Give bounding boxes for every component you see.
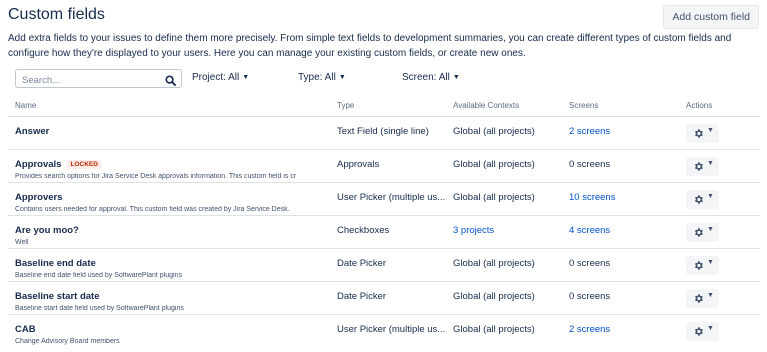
type-filter[interactable]: Type: All ▼ <box>298 72 346 83</box>
chevron-down-icon: ▼ <box>707 193 714 200</box>
field-name[interactable]: Answer <box>15 126 49 137</box>
field-contexts: Global (all projects) <box>453 126 535 137</box>
field-name-cell: Are you moo? Well <box>15 225 330 246</box>
table-row: Baseline start date Baseline start date f… <box>8 281 760 314</box>
field-screens: 0 screens <box>569 159 611 170</box>
field-description: Change Advisory Board members <box>15 338 120 345</box>
actions-cell: ▼ <box>686 289 756 311</box>
project-filter-label: Project: All <box>192 72 240 83</box>
field-description: Contains users needed for approval. This… <box>15 206 290 213</box>
field-screens[interactable]: 2 screens <box>569 324 669 335</box>
column-header-name: Name <box>15 101 37 110</box>
actions-cell: ▼ <box>686 157 756 179</box>
actions-cell: ▼ <box>686 124 756 146</box>
screen-filter[interactable]: Screen: All ▼ <box>402 72 460 83</box>
field-name-cell: Baseline start date Baseline start date f… <box>15 291 330 312</box>
chevron-down-icon: ▼ <box>242 74 250 81</box>
field-description: Well <box>15 239 29 246</box>
column-header-contexts: Available Contexts <box>453 101 520 110</box>
field-name-cell: Approvers Contains users needed for appro… <box>15 192 330 213</box>
field-screens[interactable]: 4 screens <box>569 225 669 236</box>
field-name[interactable]: Baseline start date <box>15 291 99 302</box>
field-type: Text Field (single line) <box>337 126 429 137</box>
gear-icon <box>693 161 704 175</box>
field-type: Checkboxes <box>337 225 390 236</box>
table-row: Approvers Contains users needed for appro… <box>8 182 760 215</box>
field-name-cell: Baseline end date Baseline end date field… <box>15 258 330 279</box>
field-type: Date Picker <box>337 291 387 302</box>
search-box[interactable] <box>15 69 182 91</box>
actions-menu-button[interactable]: ▼ <box>686 223 719 242</box>
actions-cell: ▼ <box>686 322 756 344</box>
actions-menu-button[interactable]: ▼ <box>686 256 719 275</box>
chevron-down-icon: ▼ <box>707 259 714 266</box>
chevron-down-icon: ▼ <box>707 292 714 299</box>
actions-cell: ▼ <box>686 256 756 278</box>
field-description: Baseline end date field used by Software… <box>15 272 182 279</box>
gear-icon <box>693 194 704 208</box>
field-name[interactable]: Are you moo? <box>15 225 79 236</box>
column-header-actions: Actions <box>686 101 713 110</box>
field-name-cell: CAB Change Advisory Board members <box>15 324 330 345</box>
field-type: User Picker (multiple us... <box>337 324 446 335</box>
field-type: Approvals <box>337 159 380 170</box>
field-contexts: Global (all projects) <box>453 291 535 302</box>
chevron-down-icon: ▼ <box>707 127 714 134</box>
field-screens: 0 screens <box>569 291 611 302</box>
chevron-down-icon: ▼ <box>707 160 714 167</box>
field-name[interactable]: CAB <box>15 324 36 335</box>
type-filter-label: Type: All <box>298 72 336 83</box>
actions-menu-button[interactable]: ▼ <box>686 322 719 341</box>
field-name[interactable]: Approvers <box>15 192 63 203</box>
field-description: Baseline start date field used by Softwa… <box>15 305 184 312</box>
actions-menu-button[interactable]: ▼ <box>686 190 719 209</box>
column-header-screens: Screens <box>569 101 599 110</box>
chevron-down-icon: ▼ <box>707 325 714 332</box>
locked-badge: LOCKED <box>67 160 101 169</box>
gear-icon <box>693 227 704 241</box>
field-contexts: Global (all projects) <box>453 159 535 170</box>
chevron-down-icon: ▼ <box>452 74 460 81</box>
actions-menu-button[interactable]: ▼ <box>686 124 719 143</box>
field-description: Provides search options for Jira Service… <box>15 173 297 180</box>
table-header: Name Type Available Contexts Screens Act… <box>0 101 767 115</box>
field-screens[interactable]: 2 screens <box>569 126 669 137</box>
field-name[interactable]: Baseline end date <box>15 258 96 269</box>
table-row: Answer Text Field (single line) Global (al… <box>8 116 760 149</box>
field-name-cell: Answer <box>15 126 330 137</box>
actions-menu-button[interactable]: ▼ <box>686 157 719 176</box>
field-screens[interactable]: 10 screens <box>569 192 669 203</box>
actions-cell: ▼ <box>686 190 756 212</box>
table-row: Baseline end date Baseline end date field… <box>8 248 760 281</box>
column-header-type: Type <box>337 101 355 110</box>
gear-icon <box>693 260 704 274</box>
field-contexts: Global (all projects) <box>453 192 535 203</box>
project-filter[interactable]: Project: All ▼ <box>192 72 249 83</box>
page-title: Custom fields <box>8 6 105 23</box>
field-contexts: Global (all projects) <box>453 258 535 269</box>
add-custom-field-button[interactable]: Add custom field <box>663 5 759 29</box>
gear-icon <box>693 293 704 307</box>
field-name-cell: Approvals LOCKED Provides search options f… <box>15 159 330 180</box>
field-type: User Picker (multiple us... <box>337 192 446 203</box>
screen-filter-label: Screen: All <box>402 72 450 83</box>
field-name[interactable]: Approvals <box>15 159 61 170</box>
search-icon[interactable] <box>165 73 176 91</box>
field-contexts[interactable]: 3 projects <box>453 225 563 236</box>
actions-menu-button[interactable]: ▼ <box>686 289 719 308</box>
field-type: Date Picker <box>337 258 387 269</box>
table-row: CAB Change Advisory Board members User Pic… <box>8 314 760 347</box>
field-contexts: Global (all projects) <box>453 324 535 335</box>
chevron-down-icon: ▼ <box>338 74 346 81</box>
actions-cell: ▼ <box>686 223 756 245</box>
page-description: Add extra fields to your issues to defin… <box>8 33 732 59</box>
chevron-down-icon: ▼ <box>707 226 714 233</box>
search-input[interactable] <box>20 71 164 90</box>
gear-icon <box>693 128 704 142</box>
table-row: Approvals LOCKED Provides search options f… <box>8 149 760 182</box>
gear-icon <box>693 326 704 340</box>
table-row: Are you moo? Well Checkboxes 3 projects 4 sc… <box>8 215 760 248</box>
field-screens: 0 screens <box>569 258 611 269</box>
